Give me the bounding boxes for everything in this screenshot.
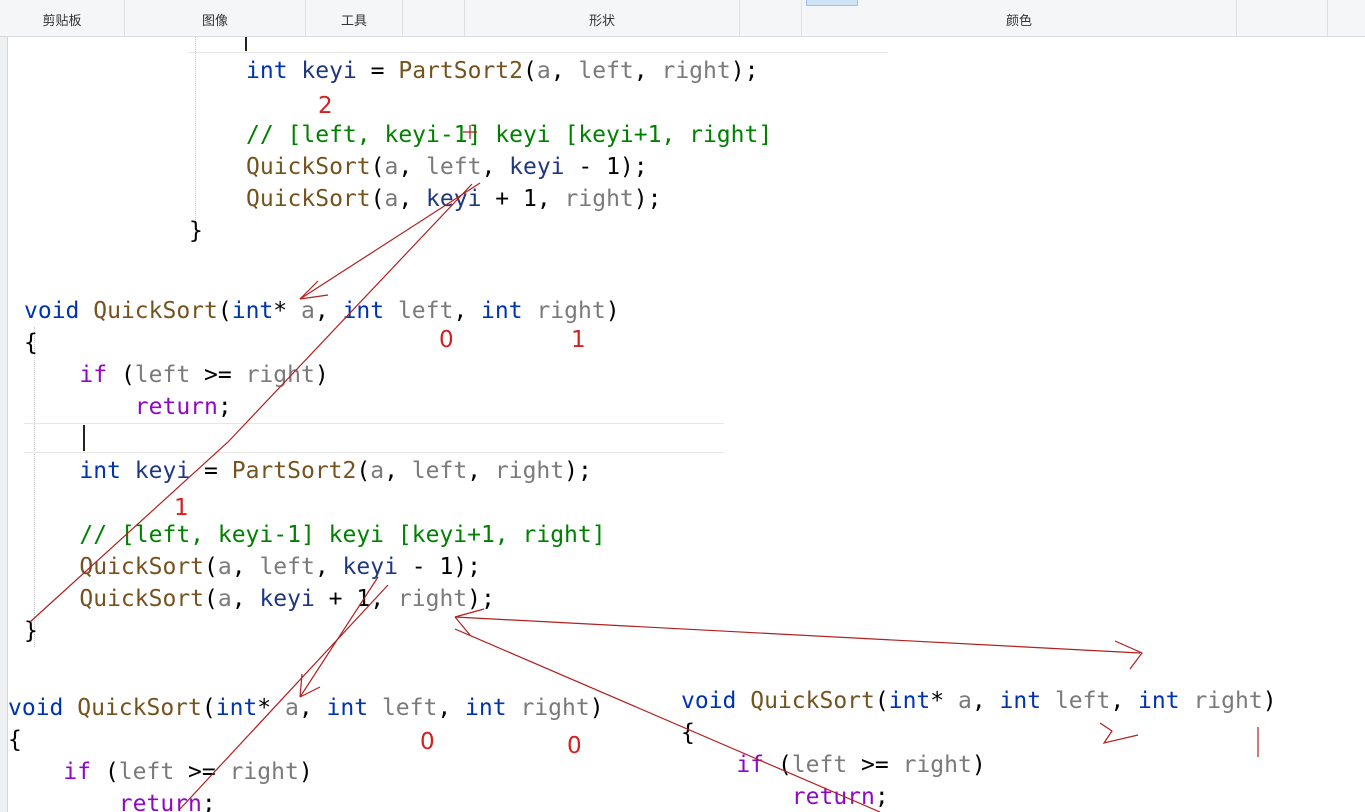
ink-annotations: [29, 125, 1259, 812]
ribbon-toolbar: 剪贴板 图像 工具 形状 颜色: [0, 0, 1365, 37]
ribbon-group-colors[interactable]: 颜色: [802, 0, 1237, 36]
bracket-mark: [1099, 722, 1139, 744]
cursor-mark: [463, 125, 477, 139]
ribbon-group-edit-colors[interactable]: [1237, 0, 1328, 36]
ribbon-group-shapes[interactable]: 形状: [465, 0, 740, 36]
ribbon-group-label: 剪贴板: [42, 14, 82, 29]
ribbon-group-label: 颜色: [1005, 14, 1032, 29]
selected-color-indicator: [806, 0, 858, 6]
ribbon-group-clipboard[interactable]: 剪贴板: [0, 0, 125, 36]
arrow-stroke: [454, 628, 881, 812]
paint-canvas[interactable]: int keyi = PartSort2(a, left, right);// …: [0, 37, 1365, 812]
ribbon-group-size[interactable]: [740, 0, 802, 36]
ribbon-group-tools[interactable]: 工具: [306, 0, 403, 36]
ribbon-group-label: 图像: [201, 14, 228, 29]
arrow-stroke: [299, 182, 481, 300]
arrow-stroke: [179, 584, 389, 810]
ribbon-group-label: 形状: [588, 14, 615, 29]
ribbon-group-label: 工具: [340, 14, 367, 29]
arrow-stroke: [454, 616, 1141, 654]
ribbon-group-spacer: [403, 0, 465, 36]
arrow-head: [299, 673, 321, 698]
arrow-head: [1114, 640, 1143, 670]
arrow-stroke: [29, 183, 473, 623]
ribbon-group-image[interactable]: 图像: [125, 0, 306, 36]
